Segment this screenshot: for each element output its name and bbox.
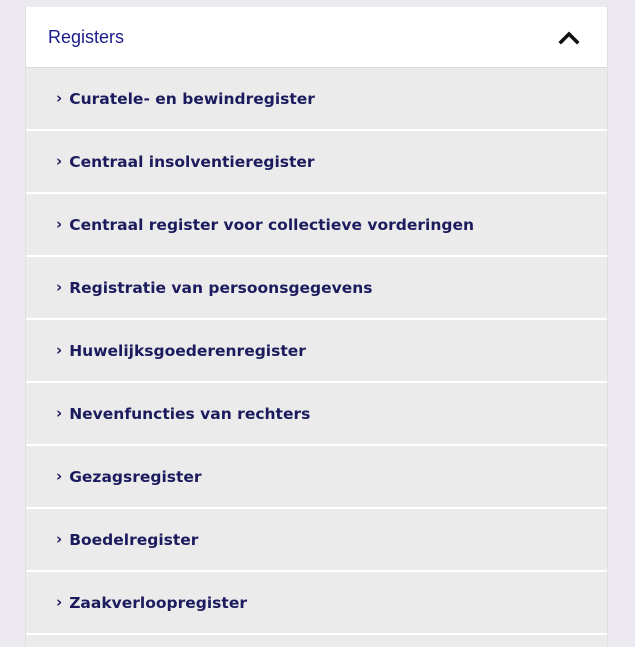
panel-title: Registers	[48, 26, 125, 47]
chevron-right-icon: ›	[56, 592, 63, 611]
list-item-label: Curatele- en bewindregister	[69, 89, 315, 108]
chevron-right-icon: ›	[56, 214, 63, 233]
list-item-label: Registratie van persoonsgegevens	[69, 278, 373, 297]
chevron-up-icon-svg	[558, 31, 580, 45]
chevron-up-icon[interactable]	[558, 29, 580, 45]
chevron-right-icon: ›	[56, 529, 63, 548]
list-item-label: Zaakverloopregister	[69, 593, 247, 612]
list-item-huwelijksgoederenregister[interactable]: › Huwelijksgoederenregister	[26, 320, 607, 383]
list-item-label: Nevenfuncties van rechters	[69, 404, 311, 423]
registers-panel-header[interactable]: Registers	[26, 7, 607, 68]
chevron-right-icon: ›	[56, 403, 63, 422]
registers-panel: Registers › Curatele- en bewindregister …	[25, 7, 608, 647]
registers-list: › Curatele- en bewindregister › Centraal…	[26, 68, 607, 635]
list-item-nevenfuncties-van-rechters[interactable]: › Nevenfuncties van rechters	[26, 383, 607, 446]
chevron-right-icon: ›	[56, 277, 63, 296]
list-item-boedelregister[interactable]: › Boedelregister	[26, 509, 607, 572]
list-item-centraal-insolventieregister[interactable]: › Centraal insolventieregister	[26, 131, 607, 194]
chevron-right-icon: ›	[56, 466, 63, 485]
chevron-right-icon: ›	[56, 88, 63, 107]
chevron-right-icon: ›	[56, 340, 63, 359]
list-item-label: Huwelijksgoederenregister	[69, 341, 306, 360]
list-item-gezagsregister[interactable]: › Gezagsregister	[26, 446, 607, 509]
list-item-label: Centraal insolventieregister	[69, 152, 315, 171]
chevron-right-icon: ›	[56, 151, 63, 170]
list-item-registratie-van-persoonsgegevens[interactable]: › Registratie van persoonsgegevens	[26, 257, 607, 320]
list-item-label: Boedelregister	[69, 530, 199, 549]
list-item-zaakverloopregister[interactable]: › Zaakverloopregister	[26, 572, 607, 635]
list-item-label: Centraal register voor collectieve vorde…	[69, 215, 475, 234]
cut-off-heading	[58, 0, 478, 5]
list-item-curatele-en-bewindregister[interactable]: › Curatele- en bewindregister	[26, 68, 607, 131]
list-item-centraal-register-collectieve-vorderingen[interactable]: › Centraal register voor collectieve vor…	[26, 194, 607, 257]
list-item-label: Gezagsregister	[69, 467, 202, 486]
